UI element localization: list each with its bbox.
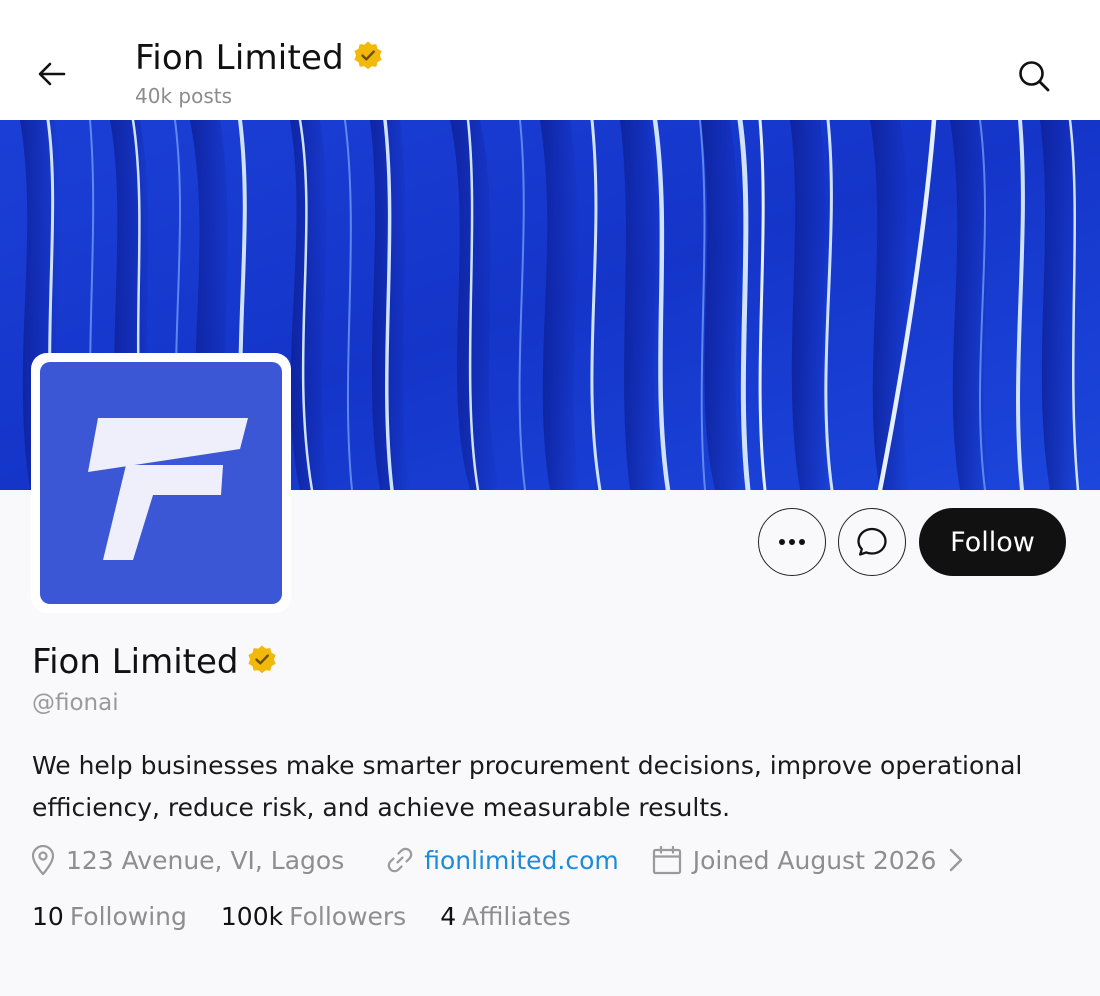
profile-name: Fion Limited <box>32 642 239 682</box>
chevron-right-icon <box>950 848 963 872</box>
follow-button[interactable]: Follow <box>919 508 1066 576</box>
more-options-button[interactable] <box>758 508 826 576</box>
following-label: Following <box>69 902 187 931</box>
search-icon <box>1019 61 1050 92</box>
profile-avatar[interactable] <box>31 353 291 613</box>
verified-badge-icon <box>352 40 384 76</box>
affiliates-stat[interactable]: 4 Affiliates <box>440 902 571 931</box>
followers-stat[interactable]: 100k Followers <box>221 902 406 931</box>
followers-label: Followers <box>289 902 407 931</box>
website-link[interactable]: fionlimited.com <box>424 846 618 875</box>
posts-count: 40k posts <box>135 84 233 108</box>
affiliates-label: Affiliates <box>462 902 571 931</box>
top-bar: Fion Limited 40k posts <box>0 0 1100 120</box>
chat-bubble-icon <box>857 527 887 556</box>
avatar-logo <box>40 362 282 604</box>
followers-count: 100k <box>220 902 284 931</box>
link-icon <box>388 847 413 873</box>
profile-bio: We help businesses make smarter procurem… <box>32 751 1023 822</box>
profile-stats: 10 Following 100k Followers 4 Affiliates <box>32 902 605 931</box>
arrow-left-icon <box>38 62 66 86</box>
more-horizontal-icon <box>779 539 805 545</box>
location-text: 123 Avenue, VI, Lagos <box>66 845 345 875</box>
verified-badge-icon <box>246 644 278 680</box>
affiliates-count: 4 <box>440 902 457 931</box>
profile-handle: @fionai <box>32 690 119 716</box>
header-title: Fion Limited <box>135 38 344 78</box>
following-stat[interactable]: 10 Following <box>32 902 187 931</box>
joined-text: Joined August 2026 <box>692 845 937 875</box>
profile-name-row: Fion Limited <box>32 642 278 682</box>
following-count: 10 <box>32 902 64 931</box>
map-pin-icon <box>31 844 55 876</box>
profile-meta: 123 Avenue, VI, Lagos fionlimited.com Jo… <box>28 840 968 880</box>
header-title-block: Fion Limited 40k posts <box>135 38 384 108</box>
website-item[interactable]: fionlimited.com <box>384 844 619 876</box>
joined-item[interactable]: Joined August 2026 <box>651 844 969 876</box>
location-item: 123 Avenue, VI, Lagos <box>28 844 344 876</box>
message-button[interactable] <box>838 508 906 576</box>
back-button[interactable] <box>30 52 74 96</box>
calendar-icon <box>652 845 681 875</box>
search-button[interactable] <box>1010 52 1058 100</box>
